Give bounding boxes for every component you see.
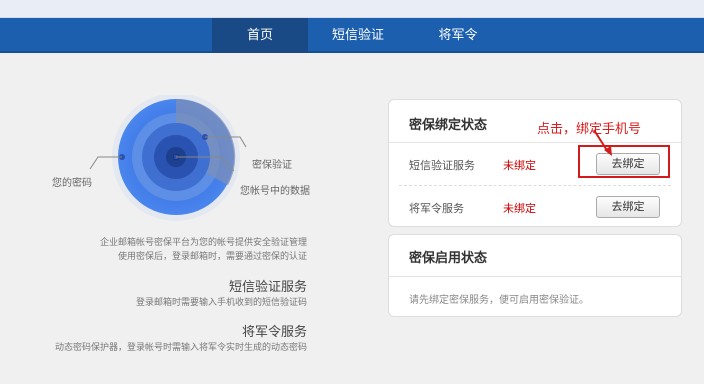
feature-token-desc: 动态密码保护器，登录帐号时需输入将军令实时生成的动态密码 [54,343,307,353]
tab-home[interactable]: 首页 [212,18,308,53]
annotation-highlight-box [578,145,670,178]
token-bind-status: 未绑定 [503,202,536,215]
enable-hint-text: 请先绑定密保服务，便可启用密保验证。 [409,295,589,306]
binding-card-title: 密保绑定状态 [409,118,488,133]
annotation-text: 点击，绑定手机号 [537,122,642,137]
hero-label-data: 您帐号中的数据 [240,186,310,197]
card-divider [389,142,681,143]
enable-status-card: 密保启用状态 请先绑定密保服务，便可启用密保验证。 [388,234,682,317]
feature-token-title: 将军令服务 [241,325,307,340]
feature-sms-desc: 登录邮箱时需要输入手机收到的短信验证码 [135,298,307,308]
browser-top-strip [0,0,704,18]
tab-token[interactable]: 将军令 [408,18,508,53]
tab-sms-verification[interactable]: 短信验证 [308,18,408,53]
sms-bind-status: 未绑定 [503,159,536,172]
bind-token-button[interactable]: 去绑定 [596,196,660,218]
intro-line-2: 使用密保后，登录邮箱时，需要通过密保的认证 [117,252,307,262]
intro-line-1: 企业邮箱帐号密保平台为您的帐号提供安全验证管理 [99,238,307,248]
main-nav: 首页 短信验证 将军令 [0,18,704,53]
security-illustration: 您的密码 密保验证 您帐号中的数据 [50,95,320,235]
row-divider [399,185,671,186]
hero-label-security: 密保验证 [252,160,292,171]
feature-sms-title: 短信验证服务 [228,280,307,295]
hero-label-password: 您的密码 [52,178,92,189]
card-divider [389,276,681,277]
token-service-label: 将军令服务 [409,202,464,215]
enable-card-title: 密保启用状态 [409,251,488,266]
sms-service-label: 短信验证服务 [409,159,475,172]
